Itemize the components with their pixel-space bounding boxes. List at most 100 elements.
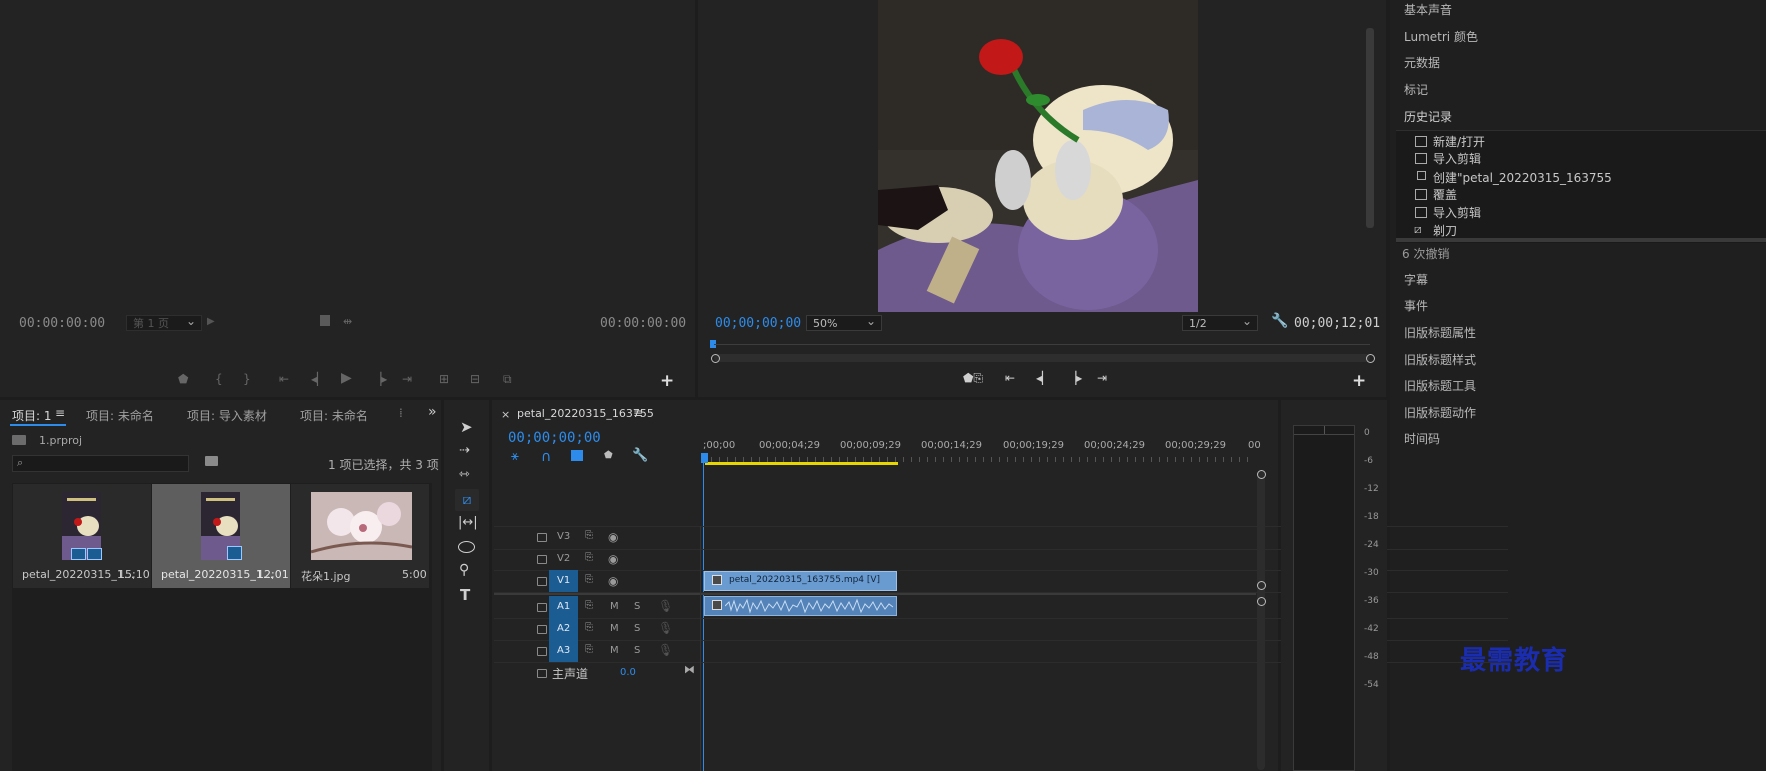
page-select[interactable]: 第 1 页 <box>126 313 202 331</box>
project-item[interactable]: petal_20220315_1... 15;10 <box>13 484 151 588</box>
scroll-handle[interactable] <box>1257 470 1266 479</box>
wrench-icon[interactable]: 🔧 <box>1271 313 1288 329</box>
go-to-out-icon[interactable]: ⇥ <box>1097 371 1107 385</box>
lock-icon[interactable] <box>537 669 547 678</box>
program-scrollbar[interactable] <box>714 354 1370 362</box>
selection-tool-icon[interactable]: ➤ <box>460 418 473 436</box>
sync-lock-icon[interactable]: ⎘ <box>585 644 593 655</box>
resolution-select[interactable]: 1/2 <box>1182 313 1258 331</box>
play-triangle-icon[interactable]: ▶ <box>207 316 215 327</box>
eye-icon[interactable]: ◉ <box>608 552 618 566</box>
sync-lock-icon[interactable]: ⎘ <box>585 530 593 541</box>
step-forward-icon[interactable]: ▕▸ <box>1067 371 1082 385</box>
snap-icon[interactable]: ∩ <box>541 449 551 465</box>
insert-icon[interactable]: ⇹ <box>343 315 352 328</box>
sequence-menu-icon[interactable]: ≡ <box>633 406 643 420</box>
mark-out-icon[interactable]: } <box>243 372 251 386</box>
work-area-bar[interactable] <box>705 462 898 465</box>
mic-icon[interactable]: 🎙 <box>658 621 673 635</box>
audio-clip[interactable] <box>704 596 897 616</box>
track-select-tool-icon[interactable]: ⇢ <box>459 443 470 458</box>
new-search-bin-icon[interactable] <box>205 456 218 466</box>
tab-project-1[interactable]: 项目: 1 <box>12 407 52 424</box>
search-input[interactable] <box>31 456 185 472</box>
scroll-start-handle[interactable] <box>711 354 720 363</box>
timeline-playhead-marker[interactable] <box>701 453 708 463</box>
linked-selection-icon[interactable] <box>571 450 583 461</box>
sync-lock-icon[interactable]: ⎘ <box>585 600 593 611</box>
tab-project-untitled-2[interactable]: 项目: 未命名 <box>300 407 368 424</box>
timeline-timecode[interactable]: 00;00;00;00 <box>508 430 601 446</box>
history-item[interactable]: 创建"petal_20220315_163755 <box>1433 169 1766 186</box>
sync-lock-icon[interactable]: ⎘ <box>585 574 593 585</box>
project-item[interactable]: 花朵1.jpg 5:00 <box>291 484 429 588</box>
zoom-select[interactable]: 50% <box>806 313 882 331</box>
mute-button[interactable]: M <box>610 623 619 634</box>
mute-button[interactable]: M <box>610 645 619 656</box>
tab-project-import[interactable]: 项目: 导入素材 <box>187 407 267 424</box>
go-to-out-icon[interactable]: ⇥ <box>402 372 412 386</box>
tab-project-untitled[interactable]: 项目: 未命名 <box>86 407 154 424</box>
add-marker-icon[interactable]: ⬟ <box>604 450 613 461</box>
eye-icon[interactable]: ◉ <box>608 574 618 588</box>
go-to-in-icon[interactable]: ⇤ <box>279 372 289 386</box>
track-label[interactable]: V1 <box>557 575 570 586</box>
marker-icon[interactable]: ⬟ <box>178 372 188 386</box>
ellipse-tool-icon[interactable] <box>458 541 475 553</box>
source-timecode-left[interactable]: 00:00:00:00 <box>19 316 105 331</box>
lock-icon[interactable] <box>537 603 547 612</box>
lock-icon[interactable] <box>537 647 547 656</box>
lock-icon[interactable] <box>537 577 547 586</box>
panel-legacy-title-tools[interactable]: 旧版标题工具 <box>1404 377 1476 394</box>
mute-button[interactable]: M <box>610 601 619 612</box>
panel-markers[interactable]: 标记 <box>1404 81 1428 98</box>
nest-sequence-icon[interactable]: ⚹ <box>511 449 519 464</box>
panel-history[interactable]: 历史记录 <box>1404 108 1452 125</box>
video-clip[interactable]: petal_20220315_163755.mp4 [V] <box>704 571 897 591</box>
mic-icon[interactable]: 🎙 <box>658 643 673 657</box>
master-volume[interactable]: 0.0 <box>620 667 636 678</box>
overwrite-clip-icon[interactable]: ⊟ <box>470 372 480 386</box>
step-forward-icon[interactable]: ▕▸ <box>372 372 387 386</box>
mark-in-icon[interactable]: { <box>215 372 223 386</box>
program-timecode-left[interactable]: 00;00;00;00 <box>715 316 801 331</box>
eye-icon[interactable]: ◉ <box>608 530 618 544</box>
right-panel-scrollbar[interactable] <box>1366 28 1374 228</box>
panel-legacy-title-actions[interactable]: 旧版标题动作 <box>1404 404 1476 421</box>
zoom-tool-icon[interactable]: ⚲ <box>459 562 469 578</box>
panel-essential-sound[interactable]: 基本声音 <box>1404 1 1452 18</box>
slip-tool-icon[interactable]: |↔| <box>458 515 478 530</box>
track-label[interactable]: A2 <box>557 623 570 634</box>
marker-lift-icon[interactable]: ⬟⎘ <box>963 371 983 386</box>
timeline-settings-icon[interactable]: 🔧 <box>632 448 648 463</box>
history-item[interactable]: 导入剪辑 <box>1433 204 1481 221</box>
solo-button[interactable]: S <box>634 623 640 634</box>
program-time-ruler[interactable] <box>714 344 1370 345</box>
close-icon[interactable]: × <box>501 408 510 421</box>
go-to-in-icon[interactable]: ⇤ <box>1005 371 1015 385</box>
solo-button[interactable]: S <box>634 645 640 656</box>
play-icon[interactable]: ▶ <box>341 370 352 386</box>
tab-overflow-icon[interactable]: ⁞ <box>399 406 403 420</box>
lock-icon[interactable] <box>537 555 547 564</box>
history-item[interactable]: 新建/打开 <box>1433 133 1485 150</box>
sync-lock-icon[interactable]: ⎘ <box>585 552 593 563</box>
panel-lumetri-color[interactable]: Lumetri 颜色 <box>1404 28 1478 45</box>
history-item[interactable]: 导入剪辑 <box>1433 150 1481 167</box>
add-button-icon[interactable]: + <box>660 371 674 391</box>
project-item-selected[interactable]: petal_20220315_1... 12;01 <box>152 484 290 588</box>
panel-metadata[interactable]: 元数据 <box>1404 54 1440 71</box>
step-back-icon[interactable]: ◂▏ <box>311 372 326 386</box>
lock-icon[interactable] <box>537 533 547 542</box>
search-field[interactable]: ⌕ <box>12 455 189 472</box>
track-label[interactable]: V3 <box>557 531 570 542</box>
sync-lock-icon[interactable]: ⎘ <box>585 622 593 633</box>
razor-tool-icon[interactable]: ⧄ <box>455 489 479 511</box>
panel-legacy-title-styles[interactable]: 旧版标题样式 <box>1404 351 1476 368</box>
solo-button[interactable]: S <box>634 601 640 612</box>
panel-expand-icon[interactable]: » <box>428 404 437 420</box>
ripple-edit-tool-icon[interactable]: ⇿ <box>459 467 470 482</box>
history-item[interactable]: 覆盖 <box>1433 186 1457 203</box>
tab-menu-icon[interactable]: ≡ <box>55 406 65 420</box>
add-button-icon[interactable]: + <box>1352 371 1366 391</box>
